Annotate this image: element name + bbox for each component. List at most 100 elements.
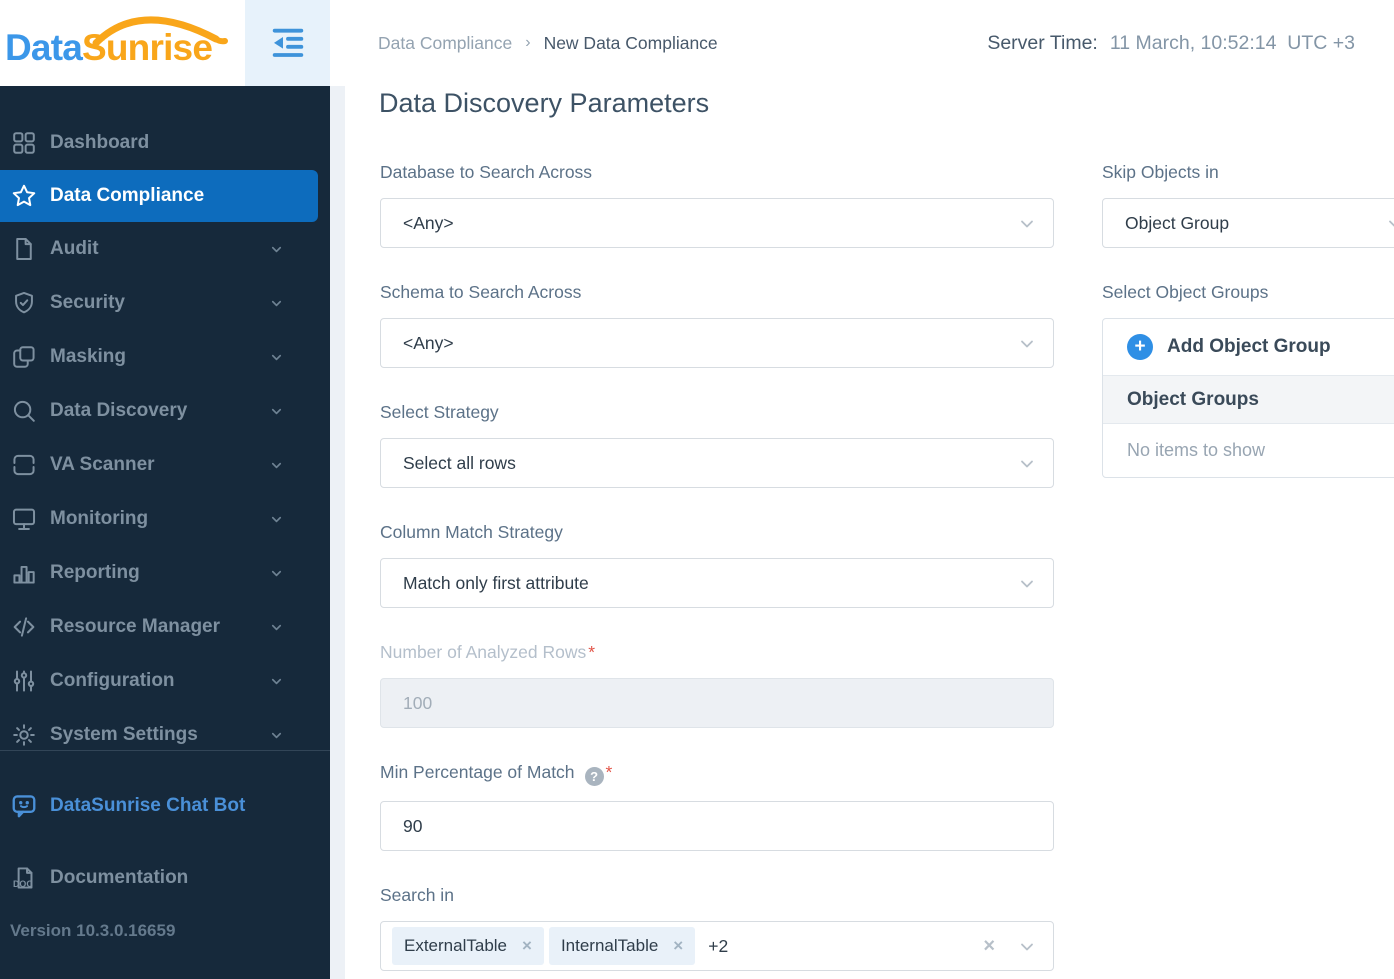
- documentation-label: Documentation: [50, 867, 189, 888]
- field-database: Database to Search Across <Any>: [380, 162, 1054, 248]
- required-asterisk: *: [588, 642, 596, 662]
- sidebar-item-monitoring[interactable]: Monitoring: [0, 492, 330, 546]
- tag-label: ExternalTable: [404, 936, 508, 955]
- chat-bot-icon: [10, 792, 38, 820]
- field-object-groups: Select Object Groups + Add Object Group …: [1102, 282, 1394, 478]
- sidebar: Dashboard Data Compliance Audit Security…: [0, 86, 330, 979]
- select-object-groups-label: Select Object Groups: [1102, 282, 1269, 302]
- sidebar-item-data-discovery[interactable]: Data Discovery: [0, 384, 330, 438]
- chevron-down-icon: [269, 242, 284, 257]
- schema-select-value: <Any>: [403, 332, 454, 353]
- sidebar-item-va-scanner[interactable]: VA Scanner: [0, 438, 330, 492]
- help-icon[interactable]: ?: [584, 767, 604, 786]
- sidebar-item-label: Resource Manager: [50, 616, 221, 637]
- sidebar-item-label: Audit: [50, 238, 99, 259]
- sidebar-item-documentation[interactable]: Documentation: [0, 851, 330, 905]
- sidebar-item-reporting[interactable]: Reporting: [0, 546, 330, 600]
- document-icon: [10, 235, 38, 263]
- analyzed-rows-input: [380, 678, 1054, 728]
- sidebar-item-label: Data Compliance: [50, 185, 205, 206]
- breadcrumb-parent-link[interactable]: Data Compliance: [378, 33, 512, 54]
- tag-internal-table: InternalTable ×: [548, 927, 696, 965]
- sidebar-item-label: Reporting: [50, 562, 140, 583]
- chevron-down-icon: [1017, 454, 1037, 474]
- field-schema: Schema to Search Across <Any>: [380, 282, 1054, 368]
- chevron-down-icon: [1017, 574, 1037, 594]
- sidebar-item-label: System Settings: [50, 724, 198, 745]
- app-logo[interactable]: DataSunrise: [0, 0, 245, 86]
- doc-file-icon: [10, 864, 38, 892]
- select-strategy-select[interactable]: Select all rows: [380, 438, 1054, 488]
- select-strategy-value: Select all rows: [403, 452, 516, 473]
- field-analyzed-rows: Number of Analyzed Rows *: [380, 642, 1054, 728]
- sidebar-item-dashboard[interactable]: Dashboard: [0, 116, 330, 170]
- object-groups-header: Object Groups: [1103, 376, 1394, 424]
- collapse-sidebar-icon: [268, 23, 308, 63]
- sidebar-item-system-settings[interactable]: System Settings: [0, 708, 330, 750]
- sidebar-nav: Dashboard Data Compliance Audit Security…: [0, 86, 330, 750]
- schema-select[interactable]: <Any>: [380, 318, 1054, 368]
- database-label: Database to Search Across: [380, 162, 593, 182]
- monitor-icon: [10, 505, 38, 533]
- chevron-down-icon: [269, 728, 284, 743]
- skip-objects-value: Object Group: [1125, 212, 1230, 233]
- code-icon: [10, 613, 38, 641]
- required-asterisk: *: [605, 762, 613, 782]
- server-time-label: Server Time:: [987, 31, 1098, 54]
- sidebar-item-configuration[interactable]: Configuration: [0, 654, 330, 708]
- search-in-multiselect[interactable]: ExternalTable × InternalTable × +2 ×: [380, 921, 1054, 971]
- sidebar-item-label: Security: [50, 292, 125, 313]
- sidebar-item-data-compliance[interactable]: Data Compliance: [0, 170, 318, 222]
- column-match-value: Match only first attribute: [403, 572, 589, 593]
- main-content: Data Discovery Parameters Database to Se…: [330, 86, 1394, 979]
- sidebar-item-security[interactable]: Security: [0, 276, 330, 330]
- chat-bot-label: DataSunrise Chat Bot: [50, 795, 246, 816]
- breadcrumb: Data Compliance › New Data Compliance: [378, 0, 718, 86]
- min-match-label: Min Percentage of Match? *: [380, 762, 613, 786]
- sidebar-item-chat-bot[interactable]: DataSunrise Chat Bot: [0, 779, 330, 833]
- object-groups-empty-text: No items to show: [1127, 440, 1266, 460]
- sidebar-item-label: Data Discovery: [50, 400, 188, 421]
- more-tags-count: +2: [708, 935, 729, 956]
- sidebar-item-masking[interactable]: Masking: [0, 330, 330, 384]
- field-skip-objects: Skip Objects in Object Group: [1102, 162, 1394, 248]
- chevron-down-icon: [1017, 334, 1037, 354]
- database-select-value: <Any>: [403, 212, 454, 233]
- field-min-match: Min Percentage of Match? *: [380, 762, 1054, 851]
- tag-remove-icon[interactable]: ×: [522, 936, 532, 956]
- scanner-icon: [10, 451, 38, 479]
- select-strategy-label: Select Strategy: [380, 402, 499, 422]
- sidebar-item-label: VA Scanner: [50, 454, 155, 475]
- column-match-label: Column Match Strategy: [380, 522, 563, 542]
- skip-objects-select[interactable]: Object Group: [1102, 198, 1394, 248]
- sidebar-collapse-button[interactable]: [245, 0, 330, 86]
- sidebar-item-label: Dashboard: [50, 132, 150, 153]
- sliders-icon: [10, 667, 38, 695]
- min-match-input[interactable]: [380, 801, 1054, 851]
- column-match-select[interactable]: Match only first attribute: [380, 558, 1054, 608]
- chevron-down-icon: [269, 296, 284, 311]
- add-object-group-button[interactable]: + Add Object Group: [1103, 319, 1394, 376]
- database-select[interactable]: <Any>: [380, 198, 1054, 248]
- tag-remove-icon[interactable]: ×: [673, 936, 683, 956]
- chevron-down-icon: [1385, 214, 1394, 234]
- star-icon: [10, 182, 38, 210]
- page-title: Data Discovery Parameters: [379, 88, 710, 118]
- shield-check-icon: [10, 289, 38, 317]
- sidebar-item-audit[interactable]: Audit: [0, 222, 330, 276]
- chevron-down-icon: [1017, 214, 1037, 234]
- field-column-match: Column Match Strategy Match only first a…: [380, 522, 1054, 608]
- sidebar-item-resource-manager[interactable]: Resource Manager: [0, 600, 330, 654]
- skip-objects-label: Skip Objects in: [1102, 162, 1219, 182]
- field-search-in: Search in ExternalTable × InternalTable …: [380, 885, 1054, 971]
- top-header: DataSunrise Data Compliance › New Data C…: [0, 0, 1394, 86]
- object-groups-panel: + Add Object Group Object Groups No item…: [1102, 318, 1394, 478]
- search-in-label: Search in: [380, 885, 454, 905]
- schema-label: Schema to Search Across: [380, 282, 582, 302]
- sidebar-item-label: Monitoring: [50, 508, 149, 529]
- chevron-down-icon: [269, 404, 284, 419]
- server-time: Server Time: 11 March, 10:52:14 UTC +3: [987, 0, 1355, 86]
- clear-all-icon[interactable]: ×: [983, 935, 995, 958]
- chevron-down-icon: [269, 458, 284, 473]
- breadcrumb-current: New Data Compliance: [543, 32, 718, 53]
